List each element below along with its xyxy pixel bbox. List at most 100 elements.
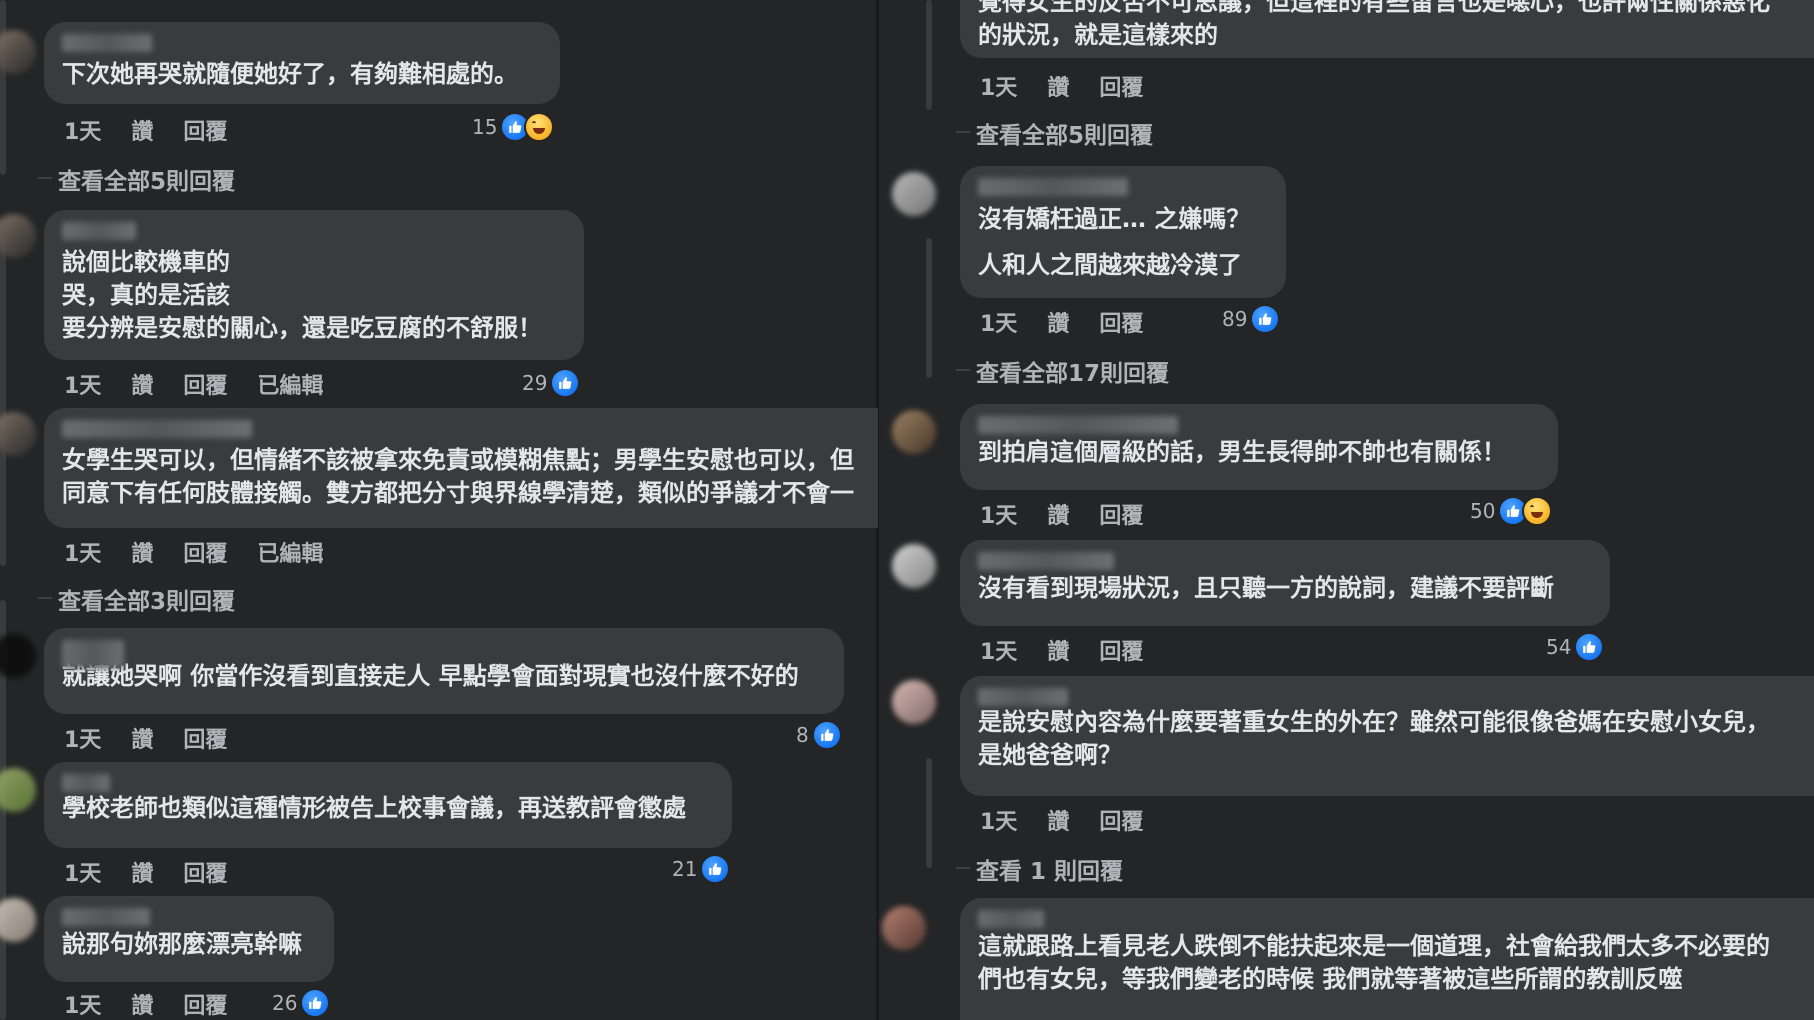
- like-icon: [811, 720, 842, 750]
- comment-bubble: 說個比較機車的 哭，真的是活該 要分辨是安慰的關心，還是吃豆腐的不舒服！: [44, 210, 584, 360]
- reply-button[interactable]: 回覆: [1099, 70, 1143, 102]
- view-replies-link[interactable]: 查看全部3則回覆: [37, 582, 235, 616]
- like-button[interactable]: 讚: [131, 114, 153, 146]
- like-button[interactable]: 讚: [131, 536, 153, 568]
- commenter-name[interactable]: [978, 688, 1068, 706]
- comment-time[interactable]: 1天: [64, 368, 101, 400]
- thread-line: [926, 758, 932, 868]
- reply-button[interactable]: 回覆: [183, 536, 227, 568]
- commenter-name[interactable]: [978, 416, 1178, 434]
- comment-time[interactable]: 1天: [980, 498, 1017, 530]
- like-icon: [300, 988, 331, 1018]
- haha-icon: [1522, 496, 1553, 526]
- avatar[interactable]: [882, 906, 926, 950]
- comment-time[interactable]: 1天: [980, 306, 1017, 338]
- comment-bubble: 就讓她哭啊 你當作沒看到直接走人 早點學會面對現實也沒什麼不好的: [44, 628, 844, 714]
- reaction-count[interactable]: 21: [672, 854, 731, 884]
- reply-button[interactable]: 回覆: [1099, 498, 1143, 530]
- reaction-count[interactable]: 89: [1222, 304, 1281, 334]
- comment-text: 沒有矯枉過正… 之嫌嗎？ 人和人之間越來越冷漠了: [978, 205, 1251, 279]
- reaction-count[interactable]: 29: [522, 368, 581, 398]
- like-button[interactable]: 讚: [1047, 804, 1069, 836]
- reaction-count[interactable]: 26: [272, 988, 331, 1018]
- view-replies-link[interactable]: 查看全部5則回覆: [37, 162, 235, 196]
- comment-time[interactable]: 1天: [64, 988, 101, 1020]
- comment-time[interactable]: 1天: [980, 70, 1017, 102]
- comment-actions: 1天 讚 回覆 已編輯: [64, 536, 353, 568]
- comment-text: 下次她再哭就隨便她好了，有夠難相處的。: [62, 60, 518, 88]
- commenter-name[interactable]: [62, 34, 152, 52]
- commenter-name[interactable]: [978, 178, 1128, 196]
- comment-time[interactable]: 1天: [980, 804, 1017, 836]
- edited-label: 已編輯: [257, 542, 324, 567]
- like-button[interactable]: 讚: [1047, 70, 1069, 102]
- comment-time[interactable]: 1天: [64, 722, 101, 754]
- commenter-name[interactable]: [62, 908, 150, 926]
- avatar[interactable]: [0, 412, 36, 456]
- comment-actions: 1天 讚 回覆: [980, 306, 1173, 338]
- avatar[interactable]: [0, 898, 36, 942]
- comment-bubble: 到拍肩這個層級的話，男生長得帥不帥也有關係！: [960, 404, 1558, 490]
- avatar[interactable]: [892, 680, 936, 724]
- avatar[interactable]: [892, 172, 936, 216]
- like-button[interactable]: 讚: [1047, 498, 1069, 530]
- comment-text: 女學生哭可以，但情緒不該被拿來免責或模糊焦點；男學生安慰也可以，但 同意下有任何…: [62, 446, 854, 507]
- reply-button[interactable]: 回覆: [183, 114, 227, 146]
- comment-bubble: 沒有矯枉過正… 之嫌嗎？ 人和人之間越來越冷漠了: [960, 166, 1286, 298]
- avatar[interactable]: [892, 410, 936, 454]
- reaction-count[interactable]: 15: [472, 112, 555, 142]
- reply-button[interactable]: 回覆: [183, 856, 227, 888]
- commenter-name[interactable]: [62, 222, 136, 240]
- comment-text: 說那句妳那麼漂亮幹嘛: [62, 930, 302, 958]
- like-button[interactable]: 讚: [131, 368, 153, 400]
- like-button[interactable]: 讚: [131, 856, 153, 888]
- haha-icon: [524, 112, 555, 142]
- reply-button[interactable]: 回覆: [1099, 634, 1143, 666]
- like-button[interactable]: 讚: [1047, 306, 1069, 338]
- comment-time[interactable]: 1天: [980, 634, 1017, 666]
- like-button[interactable]: 讚: [131, 988, 153, 1020]
- reply-button[interactable]: 回覆: [1099, 804, 1143, 836]
- comment-actions: 1天 讚 回覆: [980, 70, 1173, 102]
- thread-line: [926, 0, 932, 110]
- comment-actions: 1天 讚 回覆: [64, 114, 257, 146]
- comment-text: 是說安慰內容為什麼要著重女生的外在？雖然可能很像爸媽在安慰小女兒， 是她爸爸啊？: [978, 708, 1770, 769]
- reply-button[interactable]: 回覆: [183, 722, 227, 754]
- reaction-count[interactable]: 50: [1470, 496, 1553, 526]
- left-comment-column: 下次她再哭就隨便她好了，有夠難相處的。 1天 讚 回覆 15 查看全部5則回覆 …: [0, 0, 878, 1020]
- commenter-name[interactable]: [62, 640, 124, 668]
- commenter-name[interactable]: [978, 910, 1044, 928]
- comment-time[interactable]: 1天: [64, 856, 101, 888]
- avatar[interactable]: [0, 214, 36, 258]
- reply-button[interactable]: 回覆: [183, 988, 227, 1020]
- comment-actions: 1天 讚 回覆: [64, 722, 257, 754]
- comment-bubble: 女學生哭可以，但情緒不該被拿來免責或模糊焦點；男學生安慰也可以，但 同意下有任何…: [44, 408, 878, 528]
- reply-button[interactable]: 回覆: [1099, 306, 1143, 338]
- commenter-name[interactable]: [978, 552, 1114, 570]
- comment-time[interactable]: 1天: [64, 114, 101, 146]
- view-replies-link[interactable]: 查看全部5則回覆: [955, 116, 1153, 150]
- like-icon: [700, 854, 731, 884]
- like-button[interactable]: 讚: [1047, 634, 1069, 666]
- comment-bubble: 沒有看到現場狀況，且只聽一方的說詞，建議不要評斷: [960, 540, 1610, 626]
- commenter-name[interactable]: [62, 420, 252, 438]
- avatar[interactable]: [892, 544, 936, 588]
- reply-button[interactable]: 回覆: [183, 368, 227, 400]
- avatar[interactable]: [0, 30, 36, 74]
- comment-time[interactable]: 1天: [64, 536, 101, 568]
- view-replies-link[interactable]: 查看全部17則回覆: [955, 354, 1169, 388]
- comment-bubble: 學校老師也類似這種情形被告上校事會議，再送教評會懲處: [44, 762, 732, 848]
- like-button[interactable]: 讚: [131, 722, 153, 754]
- view-replies-link[interactable]: 查看 1 則回覆: [955, 852, 1123, 886]
- like-icon: [550, 368, 581, 398]
- reaction-count[interactable]: 8: [796, 720, 842, 750]
- reaction-count[interactable]: 54: [1546, 632, 1605, 662]
- commenter-name[interactable]: [62, 774, 110, 792]
- like-icon: [1574, 632, 1605, 662]
- avatar[interactable]: [0, 634, 36, 678]
- comment-bubble: 下次她再哭就隨便她好了，有夠難相處的。: [44, 22, 560, 104]
- avatar[interactable]: [0, 768, 36, 812]
- comment-actions: 1天 讚 回覆: [64, 856, 257, 888]
- comment-bubble: 這就跟路上看見老人跌倒不能扶起來是一個道理，社會給我們太多不必要的 們也有女兒，…: [960, 898, 1814, 1020]
- thread-line: [926, 238, 932, 378]
